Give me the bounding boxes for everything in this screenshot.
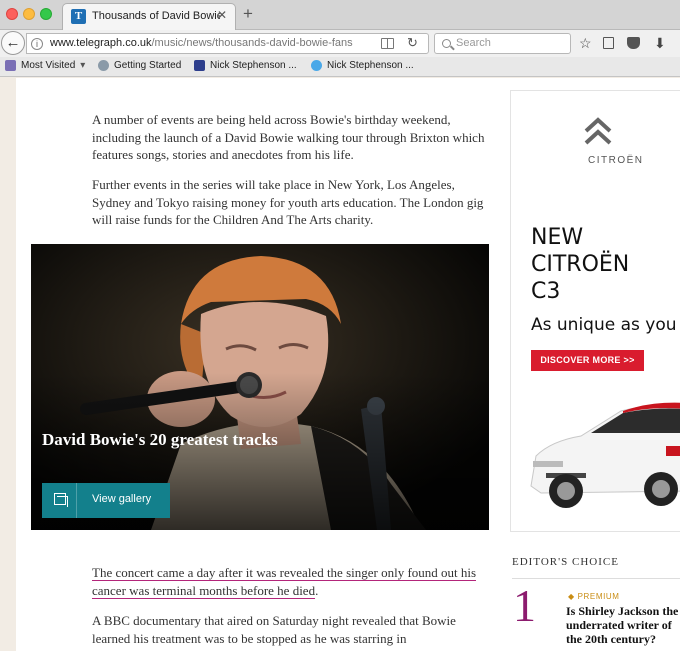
view-gallery-button[interactable]: View gallery: [42, 483, 170, 518]
site-info-icon[interactable]: i: [31, 38, 43, 50]
bookmark-nick-stephenson-1[interactable]: Nick Stephenson ...: [194, 60, 297, 71]
premium-label: PREMIUM: [577, 592, 620, 601]
telegraph-favicon-icon: T: [71, 9, 86, 24]
article-paragraph-4: A BBC documentary that aired on Saturday…: [92, 613, 456, 646]
gallery-stack-icon: [42, 483, 77, 518]
discover-more-button[interactable]: DISCOVER MORE >>: [531, 350, 644, 371]
bookmark-label: Nick Stephenson ...: [327, 60, 414, 71]
article-link[interactable]: The concert came a day after it was reve…: [92, 565, 477, 599]
url-bar[interactable]: i www.telegraph.co.uk/music/news/thousan…: [26, 33, 429, 54]
bookmarks-bar: Most Visited ▾ Getting Started Nick Step…: [0, 57, 680, 77]
tab-title: Thousands of David Bowie fans: [92, 10, 220, 22]
citroen-wordmark: CITROËN: [588, 155, 644, 166]
bookmark-most-visited[interactable]: Most Visited ▾: [5, 60, 85, 71]
bookmark-star-icon[interactable]: ☆: [579, 35, 592, 51]
photo-gallery[interactable]: David Bowie's 20 greatest tracks View ga…: [31, 244, 489, 530]
article-paragraph-3: The concert came a day after it was reve…: [92, 564, 492, 599]
twitter-icon: [311, 60, 322, 71]
ad-headline-line: C3: [531, 279, 561, 305]
citroen-advert[interactable]: CITROËN NEW CITROËN C3 As unique as you …: [510, 90, 680, 532]
grid-favicon-icon: [194, 60, 205, 71]
search-placeholder: Search: [456, 37, 491, 49]
back-button[interactable]: ←: [1, 31, 25, 55]
chevron-down-icon: ▾: [80, 60, 86, 71]
active-tab[interactable]: T Thousands of David Bowie fans ✕: [62, 3, 236, 30]
new-tab-icon[interactable]: +: [243, 4, 253, 24]
editors-choice-number: 1: [513, 580, 536, 631]
ad-headline-line: NEW: [531, 225, 584, 250]
bookmark-label: Getting Started: [114, 60, 182, 71]
premium-badge: ◆ PREMIUM: [568, 592, 620, 601]
window-maximize-button[interactable]: [40, 8, 52, 20]
url-path: /music/news/thousands-david-bowie-fans: [151, 37, 353, 49]
view-gallery-label: View gallery: [92, 493, 152, 505]
navigation-toolbar: ← i www.telegraph.co.uk/music/news/thous…: [0, 30, 680, 57]
window-minimize-button[interactable]: [23, 8, 35, 20]
search-input[interactable]: Search: [434, 33, 571, 54]
ad-headline-line: CITROËN: [531, 252, 630, 278]
editors-choice-headline[interactable]: Is Shirley Jackson the underrated writer…: [566, 604, 680, 646]
url-text[interactable]: www.telegraph.co.uk/music/news/thousands…: [50, 37, 380, 49]
sentence-end: .: [315, 582, 319, 598]
bookmark-label: Nick Stephenson ...: [210, 60, 297, 71]
reader-view-icon[interactable]: [381, 38, 394, 49]
ad-headline: NEW CITROËN C3: [531, 224, 629, 305]
article-paragraph-1: A number of events are being held across…: [92, 112, 485, 163]
gallery-title: David Bowie's 20 greatest tracks: [42, 430, 278, 449]
url-host: www.telegraph.co.uk: [50, 37, 152, 49]
bookmark-getting-started[interactable]: Getting Started: [98, 60, 181, 71]
article-paragraph-2: Further events in the series will take p…: [92, 177, 484, 228]
citroen-c3-car-image: [530, 402, 680, 508]
reload-icon[interactable]: ↻: [407, 35, 418, 51]
web-page: A number of events are being held across…: [16, 78, 680, 651]
premium-diamond-icon: ◆: [568, 592, 575, 601]
tab-close-icon[interactable]: ✕: [217, 8, 227, 22]
ad-tagline: As unique as you: [531, 315, 677, 335]
window-close-button[interactable]: [6, 8, 18, 20]
folder-icon: [5, 60, 16, 71]
search-icon: [442, 39, 451, 48]
bookmark-label: Most Visited: [21, 60, 76, 71]
download-icon[interactable]: ⬇: [654, 35, 666, 51]
reading-list-icon[interactable]: [603, 37, 614, 49]
pocket-icon[interactable]: [627, 37, 640, 49]
firefox-icon: [98, 60, 109, 71]
bookmark-nick-stephenson-2[interactable]: Nick Stephenson ...: [311, 60, 414, 71]
tab-bar: T Thousands of David Bowie fans ✕ +: [0, 0, 680, 30]
divider: [512, 578, 680, 579]
editors-choice-heading: EDITOR'S CHOICE: [512, 556, 619, 568]
